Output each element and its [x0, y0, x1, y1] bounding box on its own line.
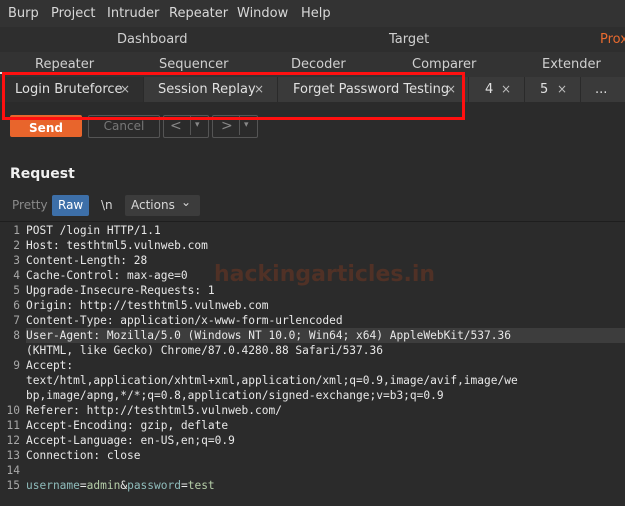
line-number: 9 — [13, 359, 20, 372]
menu-repeater[interactable]: Repeater — [169, 6, 228, 21]
line-number: 15 — [6, 479, 20, 492]
tab-comparer[interactable]: Comparer — [412, 57, 476, 72]
code-line: text/html,application/xhtml+xml,applicat… — [26, 374, 518, 387]
menu-help[interactable]: Help — [301, 6, 331, 21]
watermark: hackingarticles.in — [214, 262, 436, 287]
tab-proxy[interactable]: Prox — [600, 32, 625, 47]
newline-toggle[interactable]: \n — [95, 195, 119, 216]
body-line: username=admin&password=test — [26, 479, 215, 492]
repeater-tab-label: 4 — [485, 82, 494, 97]
chevron-down-icon: ⌄ — [181, 195, 192, 209]
actions-dropdown[interactable]: Actions ⌄ — [125, 195, 200, 216]
code-line: Connection: close — [26, 449, 141, 462]
line-number: 5 — [13, 284, 20, 297]
repeater-tab-5[interactable]: 5 × — [525, 77, 581, 102]
repeater-tab-4[interactable]: 4 × — [469, 77, 525, 102]
repeater-tab-more[interactable]: ... — [581, 77, 625, 102]
tab-target[interactable]: Target — [389, 32, 429, 47]
code-line: Accept: — [26, 359, 74, 372]
line-number: 11 — [6, 419, 20, 432]
tab-dashboard[interactable]: Dashboard — [117, 32, 188, 47]
line-number: 4 — [13, 269, 20, 282]
request-title: Request — [10, 166, 75, 182]
code-line: Origin: http://testhtml5.vulnweb.com — [26, 299, 269, 312]
menu-burp[interactable]: Burp — [8, 6, 39, 21]
repeater-tab-label: 5 — [540, 82, 549, 97]
param-value: admin — [86, 479, 121, 492]
code-line: Content-Type: application/x-www-form-url… — [26, 314, 343, 327]
equals-sign: = — [79, 479, 87, 492]
line-number: 8 — [13, 329, 20, 342]
code-line: Upgrade-Insecure-Requests: 1 — [26, 284, 215, 297]
code-line: Referer: http://testhtml5.vulnweb.com/ — [26, 404, 282, 417]
line-number: 14 — [6, 464, 20, 477]
tab-sequencer[interactable]: Sequencer — [159, 57, 228, 72]
pretty-button[interactable]: Pretty — [6, 195, 54, 216]
code-line: Accept-Encoding: gzip, deflate — [26, 419, 229, 432]
menu-bar: Burp Project Intruder Repeater Window He… — [0, 0, 625, 28]
close-icon[interactable]: × — [501, 82, 511, 96]
code-line: Host: testhtml5.vulnweb.com — [26, 239, 208, 252]
code-line: bp,image/apng,*/*;q=0.8,application/sign… — [26, 389, 444, 402]
code-line: Accept-Language: en-US,en;q=0.9 — [26, 434, 235, 447]
tab-decoder[interactable]: Decoder — [291, 57, 346, 72]
param-value: test — [187, 479, 215, 492]
menu-intruder[interactable]: Intruder — [107, 6, 159, 21]
actions-label: Actions — [131, 198, 175, 212]
line-number: 1 — [13, 224, 20, 237]
code-line: Content-Length: 28 — [26, 254, 148, 267]
code-line: Cache-Control: max-age=0 — [26, 269, 188, 282]
code-line: (KHTML, like Gecko) Chrome/87.0.4280.88 … — [26, 344, 383, 357]
line-number: 10 — [6, 404, 20, 417]
line-number: 3 — [13, 254, 20, 267]
line-number: 6 — [13, 299, 20, 312]
raw-button[interactable]: Raw — [52, 195, 90, 216]
menu-window[interactable]: Window — [237, 6, 288, 21]
tab-repeater[interactable]: Repeater — [35, 57, 94, 72]
code-line: User-Agent: Mozilla/5.0 (Windows NT 10.0… — [26, 329, 511, 342]
line-number: 12 — [6, 434, 20, 447]
tool-tabs-row-1: Dashboard Target Prox — [0, 27, 625, 52]
view-toolbar: Pretty Raw \n Actions ⌄ — [0, 192, 625, 220]
menu-project[interactable]: Project — [51, 6, 95, 21]
equals-sign: = — [180, 479, 188, 492]
line-number: 2 — [13, 239, 20, 252]
line-number: 13 — [6, 449, 20, 462]
send-label: Send — [29, 121, 63, 135]
tab-extender[interactable]: Extender — [542, 57, 601, 72]
param-name: username — [26, 479, 80, 492]
close-icon[interactable]: × — [557, 82, 567, 96]
highlight-box — [2, 72, 465, 120]
param-name: password — [127, 479, 181, 492]
code-line: POST /login HTTP/1.1 — [26, 224, 161, 237]
line-number: 7 — [13, 314, 20, 327]
more-tabs-label: ... — [595, 82, 608, 97]
